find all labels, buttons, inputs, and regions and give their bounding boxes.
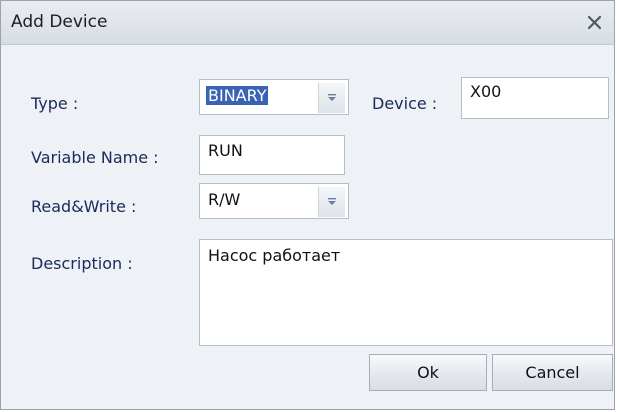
dialog-body: Type : BINARY Device : X00 Variable Name… (1, 45, 614, 409)
chevron-down-icon (328, 198, 336, 205)
close-icon (587, 15, 601, 29)
read-write-value: R/W (208, 190, 241, 209)
description-value: Насос работает (208, 246, 341, 265)
cancel-button[interactable]: Cancel (492, 354, 613, 391)
device-input[interactable]: X00 (461, 77, 609, 119)
type-label: Type : (31, 94, 79, 113)
add-device-dialog: Add Device Type : BINARY Device : X00 Va… (0, 0, 615, 410)
type-select[interactable]: BINARY (199, 79, 349, 115)
device-label: Device : (372, 94, 438, 113)
type-value: BINARY (206, 86, 269, 105)
variable-name-value: RUN (208, 141, 243, 160)
description-textarea[interactable]: Насос работает (199, 239, 613, 346)
read-write-dropdown-button[interactable] (318, 187, 345, 217)
type-dropdown-button[interactable] (318, 83, 345, 113)
chevron-down-icon (328, 94, 336, 101)
title-bar[interactable]: Add Device (1, 1, 614, 45)
variable-name-label: Variable Name : (31, 148, 159, 167)
ok-button[interactable]: Ok (369, 354, 487, 391)
read-write-select[interactable]: R/W (199, 183, 349, 219)
read-write-label: Read&Write : (31, 197, 137, 216)
variable-name-input[interactable]: RUN (199, 135, 345, 175)
dialog-title: Add Device (11, 12, 108, 32)
description-label: Description : (31, 254, 133, 273)
close-button[interactable] (580, 8, 608, 36)
device-value: X00 (470, 82, 502, 101)
